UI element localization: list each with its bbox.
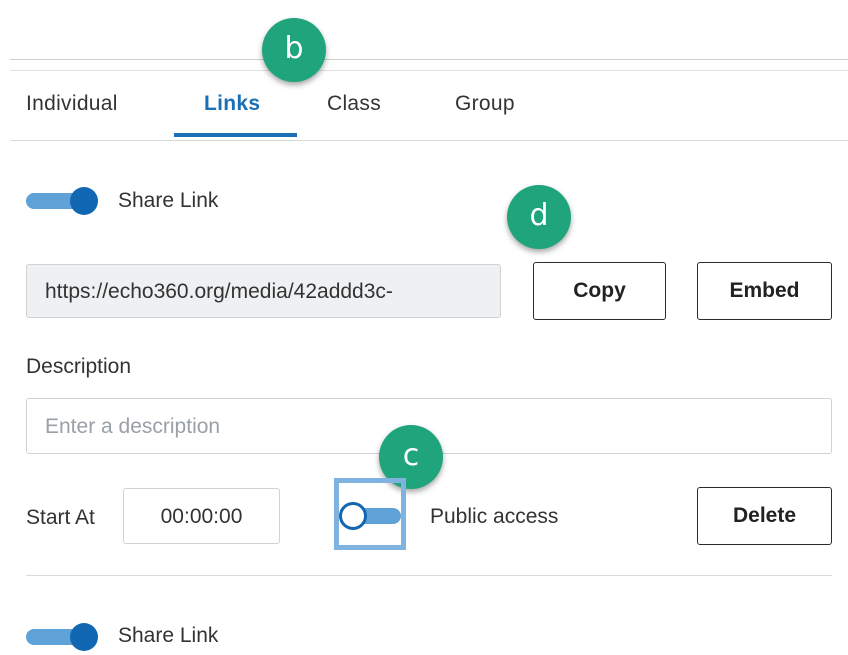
callout-badge-b: b [262,18,326,82]
share-link-label-2: Share Link [118,624,219,647]
share-link-toggle[interactable] [26,186,102,216]
start-time-input[interactable]: 00:00:00 [123,488,280,544]
share-link-toggle-2[interactable] [26,622,102,652]
tab-class[interactable]: Class [327,92,381,116]
tab-individual[interactable]: Individual [26,92,118,116]
share-url-field[interactable]: https://echo360.org/media/42addd3c- [26,264,501,318]
toggle-knob [339,502,367,530]
tab-bar-divider [10,140,848,141]
public-access-label: Public access [430,505,559,528]
tab-links[interactable]: Links [204,92,260,116]
active-tab-indicator [174,133,297,137]
delete-button[interactable]: Delete [697,487,832,545]
top-divider [10,59,848,60]
tab-group[interactable]: Group [455,92,515,116]
toggle-knob [70,187,98,215]
top-divider-secondary [10,70,848,71]
copy-button[interactable]: Copy [533,262,666,320]
start-at-label: Start At [26,506,95,529]
description-label: Description [26,355,132,378]
toggle-knob [70,623,98,651]
embed-button[interactable]: Embed [697,262,832,320]
public-access-toggle[interactable] [339,502,401,530]
link-divider [26,575,832,576]
share-link-label: Share Link [118,189,219,212]
callout-badge-d: d [507,185,571,249]
